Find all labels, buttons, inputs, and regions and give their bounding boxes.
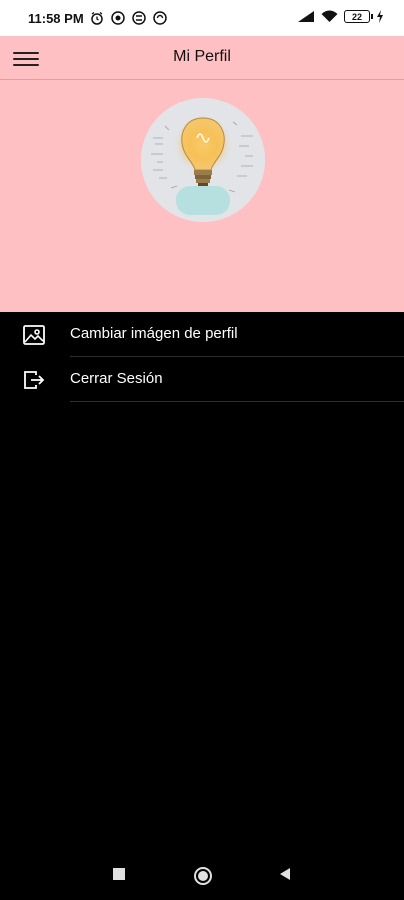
profile-menu: Cambiar imágen de perfil Cerrar Sesión xyxy=(0,312,404,402)
status-right-icons: 22 xyxy=(297,10,384,23)
alarm-icon xyxy=(91,11,103,25)
avatar-badge xyxy=(176,186,230,215)
app-bar: Mi Perfil xyxy=(0,36,404,80)
page-title: Mi Perfil xyxy=(173,48,231,65)
signal-icon xyxy=(298,11,314,22)
sync-icon xyxy=(153,11,167,25)
data-saver-icon xyxy=(132,11,146,25)
logout-item[interactable]: Cerrar Sesión xyxy=(0,357,404,402)
system-nav-bar xyxy=(0,855,404,900)
image-icon xyxy=(23,325,45,345)
wifi-icon xyxy=(321,10,338,22)
logout-icon xyxy=(24,371,45,389)
divider xyxy=(70,401,404,402)
battery-icon: 22 xyxy=(344,10,373,23)
back-triangle-icon[interactable] xyxy=(278,867,292,881)
status-left-icons xyxy=(90,11,167,25)
logout-label: Cerrar Sesión xyxy=(70,370,163,387)
notification-icon xyxy=(111,11,125,25)
charging-icon xyxy=(377,10,383,23)
change-profile-image-item[interactable]: Cambiar imágen de perfil xyxy=(0,312,404,357)
status-time: 11:58 PM xyxy=(28,11,84,26)
status-bar: 11:58 PM 22 xyxy=(0,0,404,36)
change-profile-image-label: Cambiar imágen de perfil xyxy=(70,325,238,342)
battery-level: 22 xyxy=(351,11,362,22)
recents-square-icon[interactable] xyxy=(112,867,126,881)
home-circle-icon[interactable] xyxy=(193,866,213,886)
